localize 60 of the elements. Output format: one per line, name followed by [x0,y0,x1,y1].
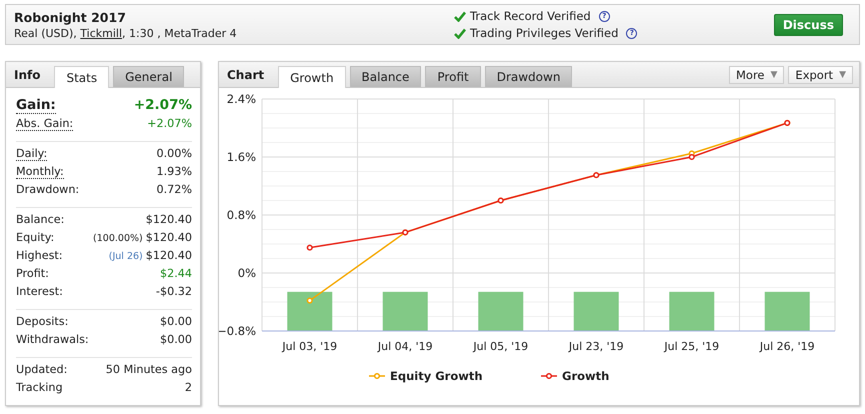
tab[interactable]: Balance [350,66,422,87]
stat-value: $120.40 [146,231,192,244]
tab[interactable]: Growth [278,66,346,88]
verification-label: Trading Privileges Verified [470,26,618,40]
tab[interactable]: Stats [54,66,110,88]
stat-label: Equity: [16,231,54,244]
stat-value: +2.07% [134,97,192,113]
stat-label: Gain: [16,97,56,114]
stat-label: Deposits: [16,315,68,328]
dropdown-button[interactable]: More ▼ [728,66,784,84]
axis-tick-label: 0% [238,266,256,280]
stat-label: Highest: [16,249,63,262]
stat-value: $0.00 [160,315,192,328]
legend-label[interactable]: Equity Growth [390,369,483,383]
stat-label: Tracking [16,381,63,394]
stat-value: $120.40 [146,249,192,262]
axis-tick-label: Jul 26, '19 [760,340,815,353]
stat-label: Interest: [16,285,63,298]
stat-value: 2 [184,381,192,394]
axis-tick-label: Jul 03, '19 [282,340,338,353]
dropdown-button[interactable]: Export ▼ [788,66,853,84]
stat-label: Drawdown: [16,183,80,196]
axis-tick-label: Jul 04, '19 [378,340,433,353]
axis-tick-label: Jul 05, '19 [473,340,528,353]
tab[interactable]: General [113,66,184,87]
data-point [306,298,313,304]
stat-value: $2.44 [160,267,192,280]
tab[interactable]: Profit [425,66,481,87]
panel-title: Chart [227,68,264,82]
stat-value: $0.00 [160,333,192,346]
stat-label: Profit: [16,267,49,280]
stat-value: 50 Minutes ago [106,363,192,376]
data-point [306,244,313,251]
stat-note: (100.00%) [93,233,143,244]
account-details: Real (USD), Tickmill, 1:30 , MetaTrader 4 [14,26,238,40]
stat-label: Monthly: [16,165,64,179]
stat-label: Updated: [16,363,68,376]
axis-tick-label: 0.8% [226,208,256,222]
broker-link[interactable]: Tickmill [80,26,122,40]
axis-tick-label: Jul 25, '19 [664,340,720,353]
account-title: Robonight 2017 [14,10,127,24]
stat-label: Withdrawals: [16,333,89,346]
date-note: (Jul 26) [108,251,143,262]
stat-value: 0.00% [156,147,192,160]
axis-tick-label: 2.4% [226,92,256,106]
panel-title: Info [14,68,40,82]
discuss-button[interactable]: Discuss [774,14,843,36]
stat-label: Abs. Gain: [16,117,74,131]
stat-value: $120.40 [146,213,192,226]
stat-label: Daily: [16,147,48,161]
verification-label: Track Record Verified [470,9,591,23]
stat-value: 0.72% [156,183,192,196]
stat-value: 1.93% [156,165,192,178]
axis-tick-label: Jul 23, '19 [568,340,624,353]
stat-label: Balance: [16,213,64,226]
tab[interactable]: Drawdown [484,66,572,87]
stat-value: -$0.32 [156,285,192,298]
axis-tick-label: 1.6% [226,150,256,164]
legend-label[interactable]: Growth [562,369,610,383]
stat-value: +2.07% [147,117,192,130]
